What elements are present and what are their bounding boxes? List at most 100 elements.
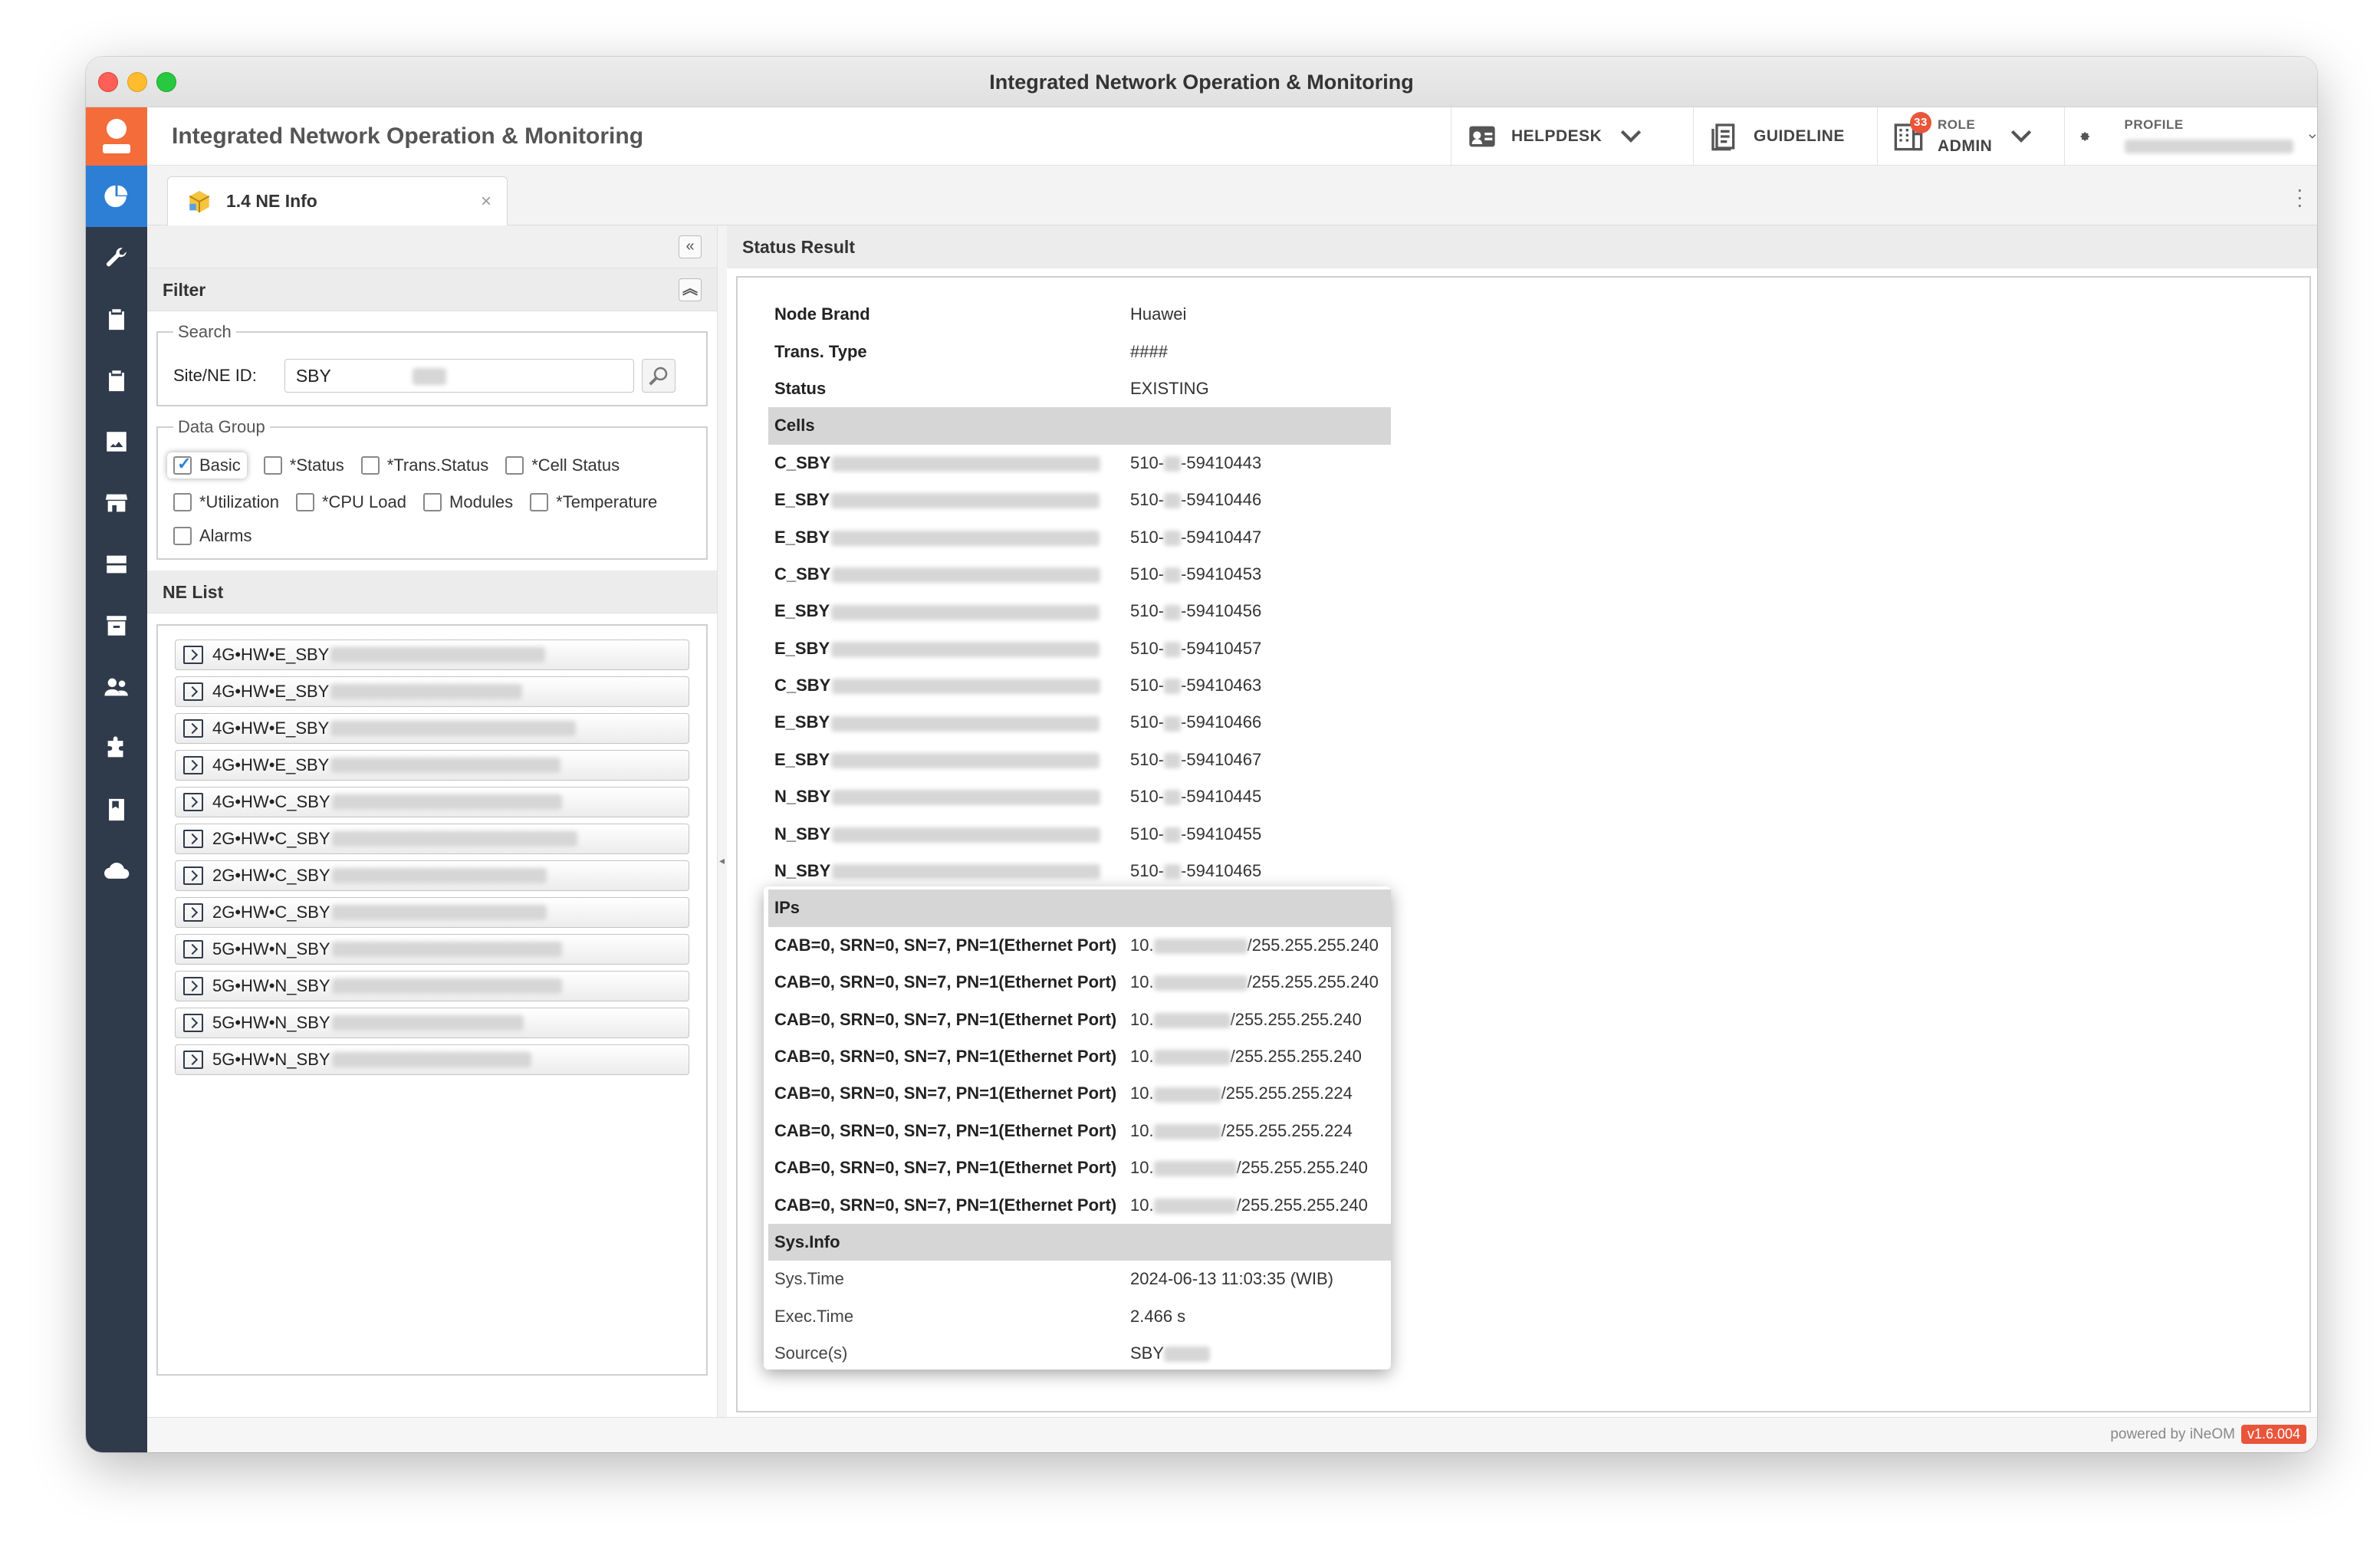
ne-list-item[interactable]: 2G•HW•C_SBY bbox=[175, 824, 689, 854]
result-key: Cells bbox=[774, 416, 815, 436]
tab-close-icon[interactable]: × bbox=[481, 191, 491, 212]
data-group-option[interactable]: *Utilization bbox=[173, 492, 279, 512]
result-key: Trans. Type bbox=[774, 341, 867, 361]
result-value-suffix: -59410465 bbox=[1181, 861, 1262, 881]
pie-chart-icon bbox=[104, 185, 128, 208]
checkbox-label: *CPU Load bbox=[321, 492, 407, 511]
result-row: E_SBY 510- -59410457 bbox=[768, 630, 1391, 667]
ne-name-redacted bbox=[331, 794, 562, 810]
ne-name: 4G•HW•E_SBY bbox=[212, 718, 330, 738]
sidebar-item-report[interactable] bbox=[86, 350, 147, 411]
ne-list-item[interactable]: 4G•HW•E_SBY bbox=[175, 640, 689, 670]
result-key: CAB=0, SRN=0, SN=7, PN=1(Ethernet Port) bbox=[774, 1047, 1117, 1066]
splitter-arrow-icon[interactable]: ◂ bbox=[719, 854, 725, 885]
sidebar-item-plugins[interactable] bbox=[86, 718, 147, 779]
checkbox[interactable] bbox=[423, 493, 442, 511]
result-value: 510- bbox=[1130, 712, 1165, 732]
status-result-box: Node Brand Huawei Trans. Type #### Status EXI… bbox=[736, 276, 2311, 1412]
sidebar-item-store[interactable] bbox=[86, 472, 147, 534]
result-value-suffix: -59410446 bbox=[1181, 490, 1262, 510]
result-value-suffix: -59410463 bbox=[1181, 676, 1262, 695]
data-group-option[interactable]: Basic bbox=[167, 452, 247, 478]
checkbox[interactable] bbox=[173, 454, 192, 475]
search-button[interactable] bbox=[641, 359, 676, 393]
terminal-icon bbox=[183, 793, 203, 811]
checkbox[interactable] bbox=[360, 456, 380, 475]
result-row: C_SBY 510- -59410443 bbox=[768, 445, 1391, 482]
checkbox-label: *Utilization bbox=[199, 492, 279, 511]
sidebar-item-tools[interactable] bbox=[86, 227, 147, 288]
ne-name: 4G•HW•E_SBY bbox=[212, 755, 330, 774]
data-group-option[interactable]: *Status bbox=[263, 452, 344, 478]
sidebar-item-clipboard[interactable] bbox=[86, 288, 147, 350]
ne-list-item[interactable]: 2G•HW•C_SBY bbox=[175, 897, 689, 928]
ne-list-item[interactable]: 4G•HW•C_SBY bbox=[175, 787, 689, 817]
result-row: E_SBY 510- -59410456 bbox=[768, 593, 1391, 630]
value-redacted bbox=[1164, 679, 1182, 695]
site-id-input[interactable] bbox=[284, 359, 634, 393]
ne-name: 5G•HW•N_SBY bbox=[212, 1013, 330, 1032]
clipboard-icon bbox=[109, 309, 124, 330]
chevron-down-icon bbox=[1621, 130, 1642, 143]
data-group-option[interactable]: *CPU Load bbox=[295, 492, 407, 512]
guideline-button[interactable]: GUIDELINE bbox=[1693, 107, 1877, 166]
sidebar-item-users[interactable] bbox=[86, 656, 147, 718]
checkbox-label: *Cell Status bbox=[531, 455, 620, 475]
result-key: Node Brand bbox=[774, 304, 870, 324]
checkbox[interactable] bbox=[173, 493, 192, 511]
profile-menu[interactable]: PROFILE bbox=[2064, 107, 2317, 166]
sidebar-item-cloud[interactable] bbox=[86, 840, 147, 902]
result-key: E_SBY bbox=[774, 638, 830, 658]
guideline-label: GUIDELINE bbox=[1754, 127, 1845, 145]
ne-name-redacted bbox=[331, 1015, 524, 1031]
helpdesk-button[interactable]: HELPDESK bbox=[1451, 107, 1693, 166]
window-title: Integrated Network Operation & Monitorin… bbox=[989, 71, 1414, 94]
ne-list-item[interactable]: 4G•HW•E_SBY bbox=[175, 676, 689, 707]
checkbox[interactable] bbox=[530, 493, 549, 511]
sidebar-item-book[interactable] bbox=[86, 779, 147, 840]
checkbox[interactable] bbox=[295, 493, 314, 511]
ne-list-item[interactable]: 2G•HW•C_SBY bbox=[175, 860, 689, 891]
sidebar-item-server[interactable] bbox=[86, 534, 147, 595]
checkbox[interactable] bbox=[173, 527, 192, 545]
sidebar-item-image[interactable] bbox=[86, 411, 147, 472]
collapse-panel-button[interactable]: « bbox=[679, 235, 702, 258]
ne-list-header: NE List bbox=[147, 570, 717, 613]
value-redacted bbox=[1164, 1346, 1211, 1363]
result-value-suffix: -59410443 bbox=[1181, 452, 1262, 472]
checkbox[interactable] bbox=[505, 456, 524, 475]
result-key: C_SBY bbox=[774, 564, 831, 584]
tab-bar: 1.4 NE Info × · · · bbox=[147, 166, 2317, 225]
data-group-option[interactable]: *Trans.Status bbox=[360, 452, 488, 478]
site-id-redacted bbox=[413, 368, 446, 385]
cloud-icon bbox=[104, 863, 130, 879]
result-value-suffix: -59410455 bbox=[1181, 824, 1262, 843]
data-group-option[interactable]: *Cell Status bbox=[505, 452, 620, 478]
cell-name-redacted bbox=[831, 530, 1100, 546]
data-group-option[interactable]: *Temperature bbox=[530, 492, 657, 512]
ne-list-item[interactable]: 5G•HW•N_SBY bbox=[175, 934, 689, 965]
chevron-down-icon bbox=[2011, 130, 2032, 143]
panel-splitter[interactable]: ◂ bbox=[718, 225, 727, 1417]
checkbox[interactable] bbox=[263, 456, 282, 475]
value-redacted bbox=[1153, 975, 1248, 991]
ne-list-item[interactable]: 5G•HW•N_SBY bbox=[175, 1044, 689, 1075]
checkbox-label: *Status bbox=[289, 455, 344, 475]
status-panel: Status Result Node Brand Huawei Trans. Typ… bbox=[727, 225, 2317, 1417]
ne-list-item[interactable]: 4G•HW•E_SBY bbox=[175, 713, 689, 744]
role-selector[interactable]: 33 ROLE ADMIN bbox=[1877, 107, 2064, 166]
more-vertical-icon[interactable]: · · · bbox=[2296, 179, 2303, 215]
data-group-option[interactable]: Alarms bbox=[173, 526, 251, 546]
ne-list-item[interactable]: 5G•HW•N_SBY bbox=[175, 1008, 689, 1038]
ne-list-item[interactable]: 5G•HW•N_SBY bbox=[175, 971, 689, 1001]
collapse-filter-button[interactable]: ︽ bbox=[679, 278, 702, 301]
tab-ne-info[interactable]: 1.4 NE Info × bbox=[167, 176, 508, 225]
powered-by-text: powered by iNeOM bbox=[2110, 1425, 2235, 1442]
value-redacted bbox=[1164, 864, 1182, 880]
sidebar-item-dashboard[interactable] bbox=[86, 166, 147, 227]
ne-list-item[interactable]: 4G•HW•E_SBY bbox=[175, 750, 689, 781]
cell-name-redacted bbox=[832, 827, 1101, 843]
data-group-option[interactable]: Modules bbox=[423, 492, 513, 512]
sidebar-item-archive[interactable] bbox=[86, 595, 147, 656]
cell-name-redacted bbox=[831, 641, 1100, 657]
